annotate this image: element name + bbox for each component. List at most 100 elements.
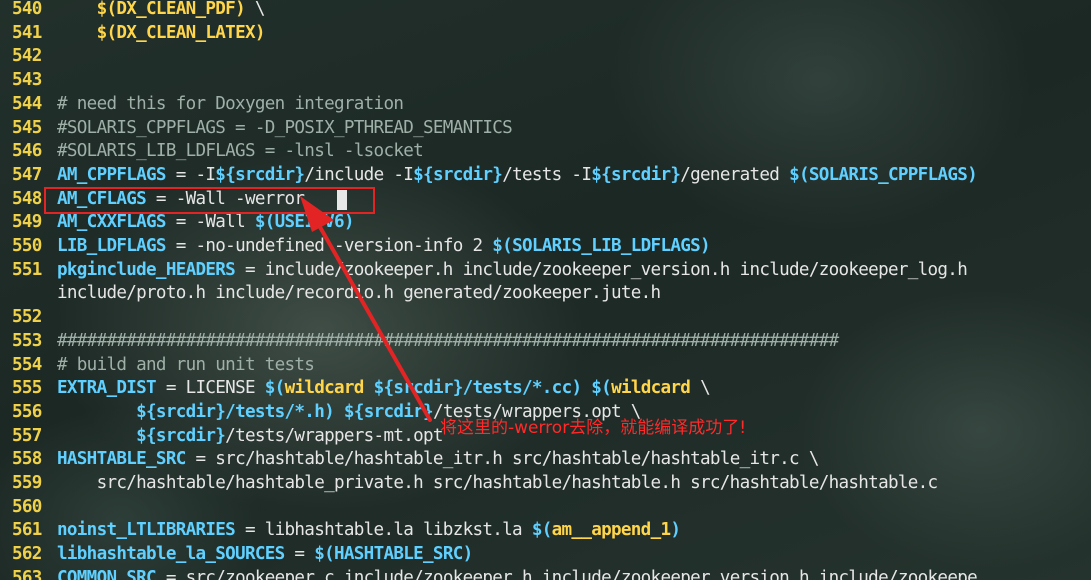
- code-token: /tests/wrappers-mt.opt: [225, 425, 443, 446]
- line-content: $(DX_CLEAN_LATEX): [57, 21, 266, 45]
- line-content: COMMON_SRC = src/zookeeper.c include/zoo…: [57, 566, 978, 580]
- code-token: $(: [591, 378, 612, 399]
- code-token: AM_CXXFLAGS: [57, 212, 167, 233]
- code-token: = -Wall: [165, 212, 255, 233]
- code-token: $(DX_CLEAN_PDF): [96, 0, 246, 19]
- code-token: = -I: [165, 164, 216, 185]
- code-token: ${srcdir}: [343, 401, 434, 422]
- code-token: noinst_LTLIBRARIES: [57, 520, 236, 541]
- line-number: 544: [12, 93, 42, 114]
- line-content: noinst_LTLIBRARIES = libhashtable.la lib…: [57, 518, 681, 542]
- code-token: /tests/*.cc): [462, 378, 582, 399]
- line-content: #SOLARIS_LIB_LDFLAGS = -lnsl -lsocket: [57, 139, 424, 163]
- code-token: /tests/*.h): [225, 401, 335, 422]
- line-number: 547: [12, 164, 42, 185]
- line-number: 550: [12, 236, 42, 256]
- line-number: 557: [12, 425, 42, 446]
- code-token: EXTRA_DIST: [57, 378, 157, 399]
- code-token: =: [284, 544, 315, 565]
- line-number: 545: [12, 117, 42, 138]
- code-token: pkginclude_HEADERS: [57, 259, 236, 280]
- code-token: include/proto.h include/recordio.h gener…: [57, 283, 661, 304]
- code-token: \: [690, 378, 711, 399]
- code-token: \: [244, 0, 266, 19]
- code-token: am__append_1: [551, 520, 671, 541]
- line-content: # build and run unit tests: [57, 353, 315, 377]
- line-content: EXTRA_DIST = LICENSE $(wildcard ${srcdir…: [57, 376, 711, 400]
- code-token: #SOLARIS_LIB_LDFLAGS = -lnsl -lsocket: [57, 141, 424, 162]
- code-token: /tests -I: [502, 164, 592, 185]
- line-number: 556: [12, 401, 42, 422]
- line-content: ${srcdir}/tests/wrappers-mt.opt: [57, 424, 443, 448]
- line-number: 562: [12, 544, 42, 565]
- code-token: # need this for Doxygen integration: [57, 93, 404, 114]
- code-token: wildcard: [611, 378, 691, 399]
- code-token: /include -I: [304, 164, 414, 185]
- code-editor[interactable]: 540 $(DX_CLEAN_PDF) \ 541 $(DX_CLEAN_LATE…: [0, 0, 1091, 580]
- line-number: 553: [12, 330, 42, 351]
- code-token: ${srcdir}: [136, 401, 226, 422]
- code-token: ${srcdir}: [215, 164, 305, 185]
- code-token: ): [670, 520, 681, 541]
- line-content: pkginclude_HEADERS = include/zookeeper.h…: [57, 258, 968, 282]
- code-token: ${srcdir}: [373, 378, 464, 399]
- line-number: 541: [12, 22, 42, 43]
- annotation-note: 将这里的-werror去除，就能编译成功了!: [440, 418, 747, 438]
- code-token: = -no-undefined -version-info 2: [165, 236, 493, 256]
- line-number: 540: [12, 0, 42, 19]
- code-token: libhashtable_la_SOURCES: [57, 544, 285, 565]
- line-number: 552: [12, 307, 42, 328]
- line-number: 560: [12, 496, 42, 517]
- code-token: #SOLARIS_CPPFLAGS = -D_POSIX_PTHREAD_SEM…: [57, 117, 513, 138]
- code-token: ${srcdir}: [136, 425, 226, 446]
- code-token: /generated: [680, 164, 790, 185]
- code-token: ${srcdir}: [591, 164, 681, 185]
- code-token: # build and run unit tests: [57, 354, 315, 375]
- line-content: ########################################…: [57, 329, 839, 353]
- code-token: LIB_LDFLAGS: [57, 236, 167, 256]
- line-number: 546: [12, 141, 42, 162]
- code-token: $(HASHTABLE_SRC): [314, 544, 473, 565]
- line-content: src/hashtable/hashtable_private.h src/ha…: [57, 471, 939, 495]
- line-number: 543: [12, 70, 42, 91]
- code-token: = src/hashtable/hashtable_itr.h src/hash…: [185, 449, 820, 470]
- line-content: $(DX_CLEAN_PDF) \: [57, 0, 266, 21]
- line-content: HASHTABLE_SRC = src/hashtable/hashtable_…: [57, 447, 819, 471]
- annotation-highlight-box: [44, 187, 375, 214]
- code-token: AM_CPPFLAGS: [57, 164, 167, 185]
- line-number: 555: [12, 378, 42, 399]
- line-content: AM_CPPFLAGS = -I${srcdir}/include -I${sr…: [57, 163, 978, 187]
- line-number: 559: [12, 473, 42, 493]
- line-content: # need this for Doxygen integration: [57, 92, 404, 116]
- code-token: = include/zookeeper.h include/zookeeper_…: [235, 259, 968, 280]
- line-number: 542: [12, 46, 42, 67]
- code-token: $(USEIPV6): [254, 212, 355, 233]
- code-token: = src/zookeeper.c include/zookeeper.h in…: [155, 567, 978, 580]
- line-content: #SOLARIS_CPPFLAGS = -D_POSIX_PTHREAD_SEM…: [57, 116, 513, 140]
- line-number: 558: [12, 449, 42, 470]
- code-token: = LICENSE: [155, 378, 265, 399]
- line-number: 551: [12, 259, 42, 280]
- code-token: ########################################…: [57, 330, 839, 351]
- code-token: $(: [531, 520, 552, 541]
- code-token: wildcard: [284, 378, 365, 399]
- code-token: ${srcdir}: [413, 164, 503, 185]
- code-token: $(: [264, 378, 285, 399]
- code-token: src/hashtable/hashtable_private.h src/ha…: [57, 473, 939, 493]
- code-token: HASHTABLE_SRC: [57, 449, 186, 470]
- code-token: $(SOLARIS_CPPFLAGS): [789, 164, 978, 185]
- line-number: 563: [12, 567, 42, 580]
- line-content: libhashtable_la_SOURCES = $(HASHTABLE_SR…: [57, 542, 473, 566]
- line-content: include/proto.h include/recordio.h gener…: [57, 281, 661, 305]
- code-token: $(SOLARIS_LIB_LDFLAGS): [492, 236, 710, 256]
- code-token: $(DX_CLEAN_LATEX): [96, 22, 266, 43]
- line-content: LIB_LDFLAGS = -no-undefined -version-inf…: [57, 234, 711, 258]
- code-token: COMMON_SRC: [57, 567, 157, 580]
